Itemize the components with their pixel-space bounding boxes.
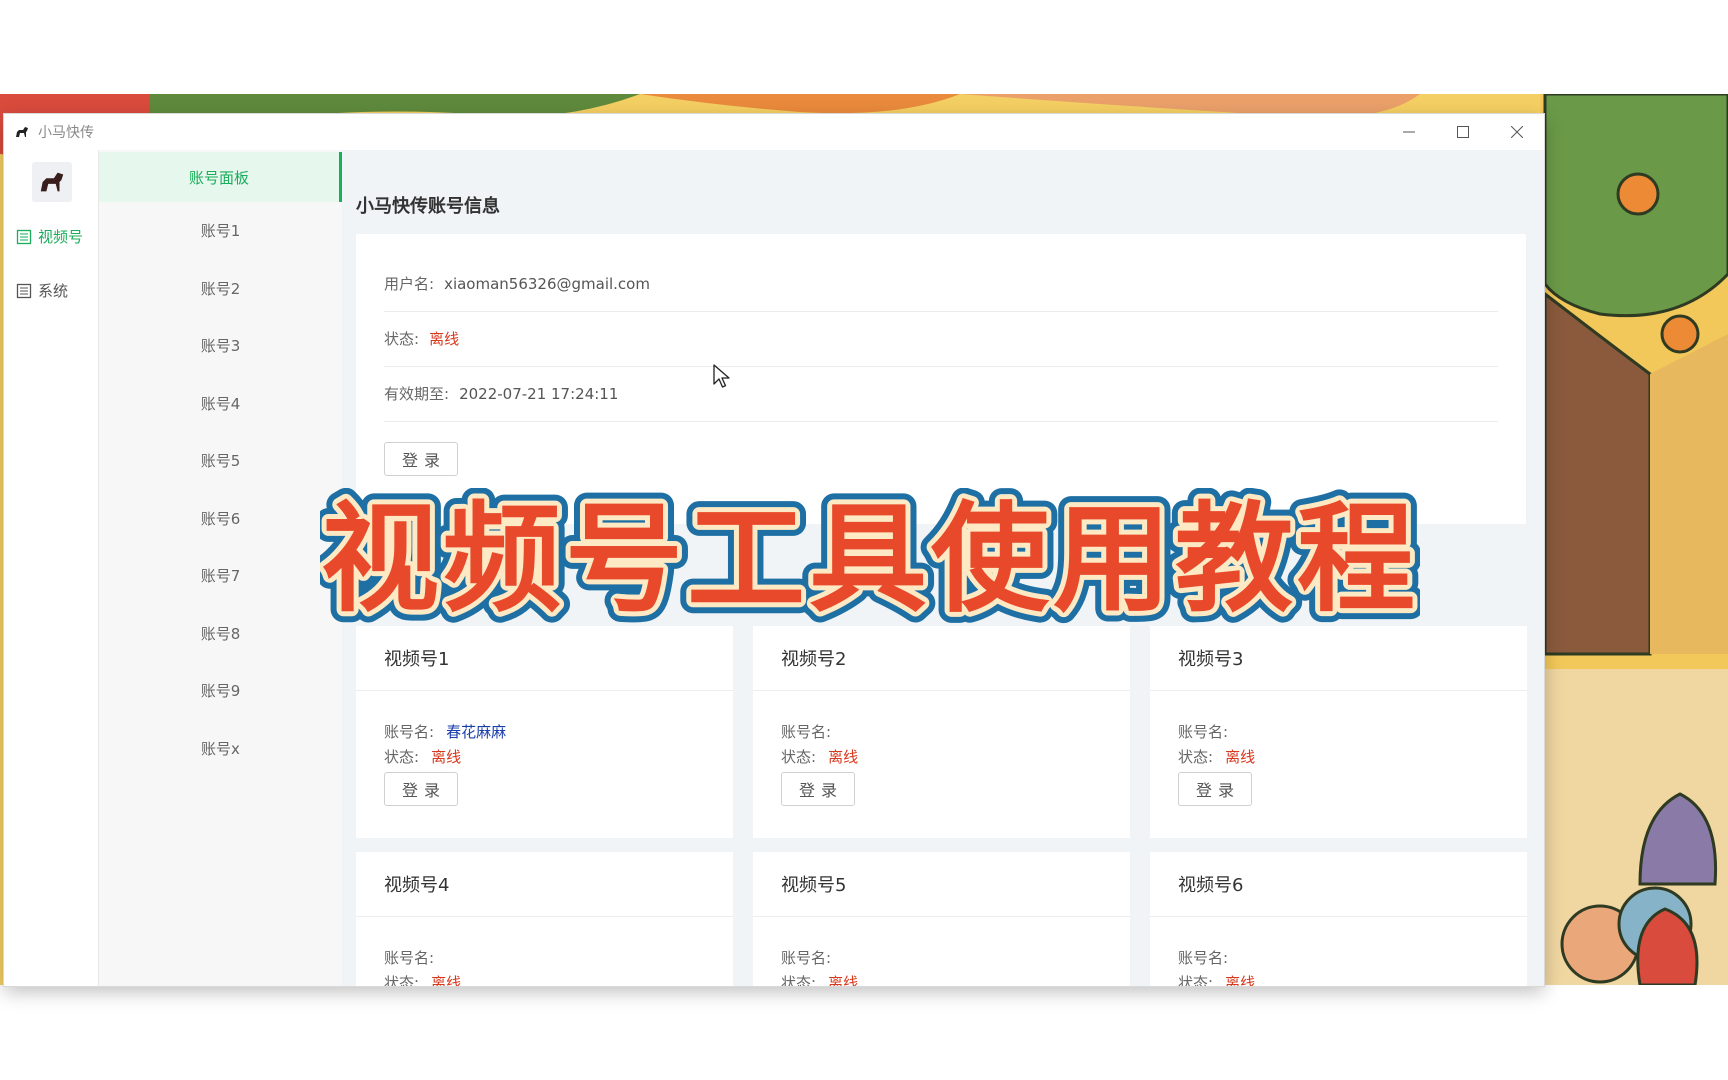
channel-card: 视频号6 账号名: 状态:离线 登录 [1150,852,1527,986]
card-account-name: 账号名: [1178,947,1240,968]
screenshot-stage: 小马快传 视频号 系统 账号面板 账号1 账号2 账号3 账号4 账号5 账号6… [0,0,1728,1080]
username-value: xiaoman56326@gmail.com [444,274,650,293]
rail-item-system[interactable]: 系统 [16,280,68,301]
status-label: 状态: [781,974,817,986]
card-title: 视频号5 [753,852,1130,917]
account-item-x[interactable]: 账号x [99,720,342,778]
list-icon [16,229,32,244]
card-account-name: 账号名: [781,947,843,968]
card-status: 状态: 离线 [384,746,461,767]
account-item-3[interactable]: 账号3 [99,317,342,375]
account-item-1[interactable]: 账号1 [99,202,342,260]
card-status: 状态: 离线 [384,972,461,986]
account-item-4[interactable]: 账号4 [99,375,342,433]
card-account-name: 账号名: [1178,721,1240,742]
account-name-label: 账号名: [781,949,832,967]
info-row-status: 状态: 离线 [384,311,1498,367]
card-status: 状态: 离线 [781,972,858,986]
login-button[interactable]: 登录 [384,772,458,806]
channel-card: 视频号1 账号名: 春花麻麻 状态: 离线 登录 [356,626,733,838]
channel-card: 视频号4 账号名: 状态:离线 登录 [356,852,733,986]
window-title: 小马快传 [38,125,94,141]
card-account-name: 账号名: [384,947,446,968]
expiry-value: 2022-07-21 17:24:11 [459,384,619,403]
login-button[interactable]: 登录 [781,772,855,806]
banner-text: 视频号工具使用教程 [321,490,1419,628]
window-controls [1382,114,1544,150]
card-title: 视频号1 [356,626,733,691]
status-value: 离线 [431,974,462,986]
status-value: 离线 [1225,748,1256,766]
account-name-label: 账号名: [1178,949,1229,967]
account-item-5[interactable]: 账号5 [99,432,342,490]
username-label: 用户名: [384,275,435,293]
account-item-7[interactable]: 账号7 [99,547,342,605]
channel-card: 视频号2 账号名: 状态: 离线 登录 [753,626,1130,838]
page-title: 小马快传账号信息 [356,196,500,217]
account-item-9[interactable]: 账号9 [99,662,342,720]
card-title: 视频号6 [1150,852,1527,917]
account-item-panel[interactable]: 账号面板 [99,152,342,202]
maximize-icon [1457,126,1469,138]
account-item-2[interactable]: 账号2 [99,260,342,318]
card-status: 状态: 离线 [1178,972,1255,986]
info-row-username: 用户名: xiaoman56326@gmail.com [384,256,1498,312]
card-status: 状态: 离线 [1178,746,1255,767]
list-icon [16,283,32,298]
minimize-icon [1403,131,1415,133]
card-title: 视频号3 [1150,626,1527,691]
account-name-label: 账号名: [1178,723,1229,741]
status-value: 离线 [429,330,460,348]
card-status: 状态: 离线 [781,746,858,767]
card-account-name: 账号名: 春花麻麻 [384,721,506,742]
status-label: 状态: [1178,748,1214,766]
status-label: 状态: [781,748,817,766]
close-button[interactable] [1490,114,1544,150]
status-label: 状态: [384,974,420,986]
login-button[interactable]: 登录 [384,442,458,476]
channel-card: 视频号3 账号名: 状态: 离线 登录 [1150,626,1527,838]
mouse-cursor-icon [713,364,730,388]
close-icon [1511,126,1523,138]
status-value: 离线 [1225,974,1256,986]
account-item-6[interactable]: 账号6 [99,490,342,548]
card-account-name: 账号名: [781,721,843,742]
rail-item-channels[interactable]: 视频号 [16,226,83,247]
horse-icon [40,172,64,192]
account-name-label: 账号名: [384,949,435,967]
status-value: 离线 [828,748,859,766]
info-row-expiry: 有效期至: 2022-07-21 17:24:11 [384,366,1498,422]
status-value: 离线 [828,974,859,986]
status-value: 离线 [431,748,462,766]
account-name-value: 春花麻麻 [446,723,507,741]
account-info-card: 用户名: xiaoman56326@gmail.com 状态: 离线 有效期至:… [356,234,1526,524]
rail-item-label: 视频号 [38,228,84,246]
account-list: 账号面板 账号1 账号2 账号3 账号4 账号5 账号6 账号7 账号8 账号9… [99,150,342,986]
account-name-label: 账号名: [384,723,435,741]
channel-card: 视频号5 账号名: 状态:离线 登录 [753,852,1130,986]
app-logo [32,162,72,202]
card-title: 视频号2 [753,626,1130,691]
tutorial-title-banner: 视频号工具使用教程 视频号工具使用教程 视频号工具使用教程 [320,488,1420,628]
account-item-8[interactable]: 账号8 [99,605,342,663]
expiry-label: 有效期至: [384,385,450,403]
status-label: 状态: [1178,974,1214,986]
status-label: 状态: [384,330,420,348]
rail-item-label: 系统 [38,282,69,300]
minimize-button[interactable] [1382,114,1436,150]
title-bar[interactable]: 小马快传 [4,114,1544,150]
maximize-button[interactable] [1436,114,1490,150]
card-title: 视频号4 [356,852,733,917]
status-label: 状态: [384,748,420,766]
login-button[interactable]: 登录 [1178,772,1252,806]
account-name-label: 账号名: [781,723,832,741]
horse-icon [16,127,28,137]
icon-rail: 视频号 系统 [4,150,99,986]
